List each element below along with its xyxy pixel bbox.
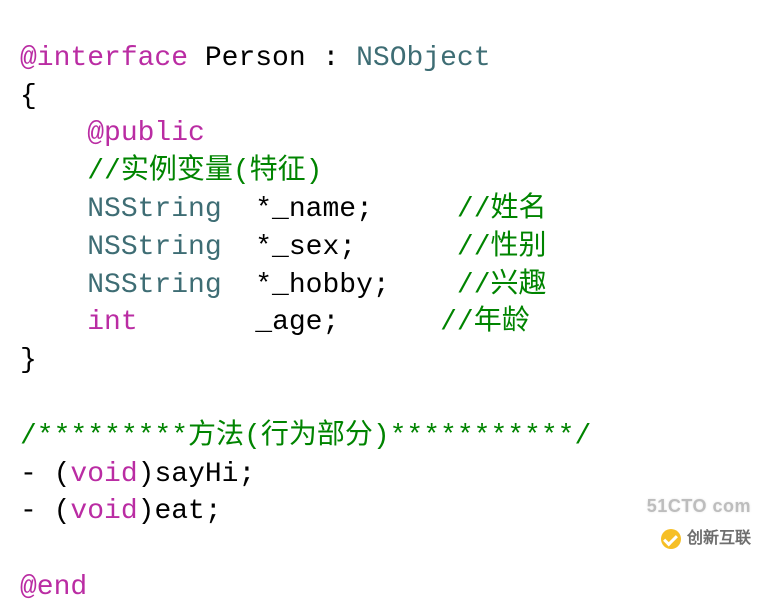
type-nsstring: NSString <box>87 194 221 225</box>
line-2: { <box>20 81 37 112</box>
line-3-public: @public <box>20 118 205 149</box>
colon: : <box>306 43 356 74</box>
comment-sex: //性别 <box>457 232 547 263</box>
kw-end: @end <box>20 572 87 603</box>
decl-age: _age; <box>255 307 339 338</box>
type-nsstring: NSString <box>87 270 221 301</box>
line-8: int _age; //年龄 <box>20 307 530 338</box>
watermark-cxhl-text: 创新互联 <box>687 528 751 550</box>
method-prefix: - ( <box>20 459 70 490</box>
line-12: - (void)sayHi; <box>20 459 255 490</box>
method-suffix: )sayHi; <box>138 459 256 490</box>
comment-hobby: //兴趣 <box>457 270 547 301</box>
kw-void: void <box>70 459 137 490</box>
line-4-comment: //实例变量(特征) <box>20 156 322 187</box>
method-suffix: )eat; <box>138 496 222 527</box>
line-9: } <box>20 345 37 376</box>
line-7: NSString *_hobby; //兴趣 <box>20 270 547 301</box>
comment-age: //年龄 <box>440 307 530 338</box>
type-int: int <box>87 307 137 338</box>
superclass: NSObject <box>356 43 490 74</box>
decl-sex: *_sex; <box>255 232 356 263</box>
watermark-51cto: 51CTO com <box>647 494 751 518</box>
class-name: Person <box>205 43 306 74</box>
kw-interface: @interface <box>20 43 188 74</box>
line-5: NSString *_name; //姓名 <box>20 194 547 225</box>
method-prefix: - ( <box>20 496 70 527</box>
type-nsstring: NSString <box>87 232 221 263</box>
decl-name: *_name; <box>255 194 373 225</box>
comment-name: //姓名 <box>457 194 547 225</box>
watermark-cxhl: 创新互联 <box>661 528 751 550</box>
line-6: NSString *_sex; //性别 <box>20 232 547 263</box>
kw-void: void <box>70 496 137 527</box>
line-11-comment: /*********方法(行为部分)***********/ <box>20 421 591 452</box>
line-1: @interface Person : NSObject <box>20 43 491 74</box>
line-13: - (void)eat; <box>20 496 222 527</box>
decl-hobby: *_hobby; <box>255 270 389 301</box>
watermark-icon <box>661 529 681 549</box>
